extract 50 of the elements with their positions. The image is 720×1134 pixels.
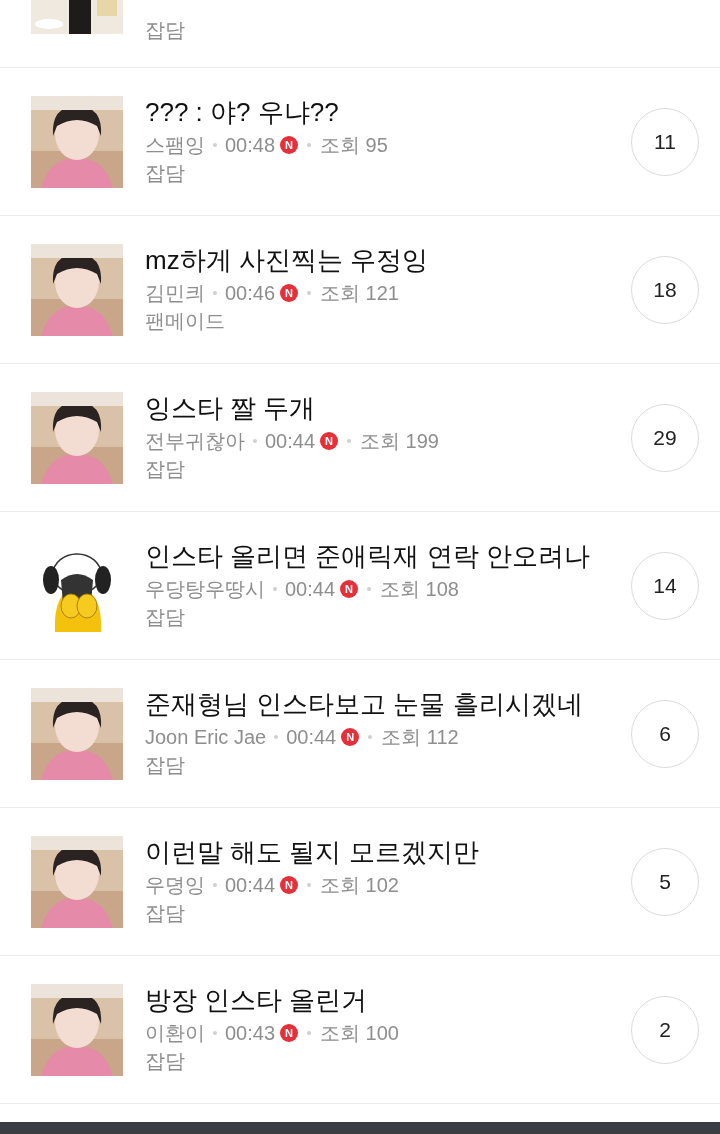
author-name: 우뎡잉 [145,872,205,898]
post-category: 팬메이드 [145,308,226,334]
view-count: 조회 108 [380,576,459,602]
post-time: 00:44 [265,428,316,454]
view-count: 조회 95 [320,132,388,158]
post-title: mz하게 사진찍는 우정잉 [145,243,430,277]
post-title: ??? : 야? 우냐?? [145,95,340,129]
new-badge: N [280,135,299,154]
post-time: 00:44 [285,576,336,602]
post-time: 00:44 [225,872,276,898]
view-count: 조회 100 [320,1020,399,1046]
post-time: 00:44 [286,724,337,750]
post-category: 잡담 [145,1048,186,1074]
new-badge: N [280,875,299,894]
post-category: 잡담 [145,752,186,778]
post-title: 이런말 해도 될지 모르겠지만 [145,835,480,869]
post-time: 00:43 [225,1020,276,1046]
post-row[interactable]: 잉스타 짤 두개 전부귀찮아 00:44 N 조회 199 잡담 29 [0,364,720,512]
new-badge: N [340,579,359,598]
author-name: 이환이 [145,1020,205,1046]
post-category: 잡담 [145,604,186,630]
new-badge: N [280,283,299,302]
view-count: 조회 112 [381,724,459,750]
new-badge: N [280,1023,299,1042]
author-name: 전부귀찮아 [145,428,245,454]
post-title: 방장 인스타 올린거 [145,983,369,1017]
post-row[interactable]: 준재형님 인스타보고 눈물 흘리시겠네 Joon Eric Jae 00:44 N 조회 112 잡담 6 [0,660,720,808]
post-category: 잡담 [145,900,186,926]
post-row[interactable]: 인스타 올리면 준애릭재 연락 안오려나 우당탕우땅시 00:44 N 조회 108 잡담 14 [0,512,720,660]
post-title: 인스타 올리면 준애릭재 연락 안오려나 [145,539,591,573]
post-row[interactable]: 이런말 해도 될지 모르겠지만 우뎡잉 00:44 N 조회 102 잡담 5 [0,808,720,956]
post-row[interactable]: 방장 인스타 올린거 이환이 00:43 N 조회 100 잡담 2 [0,956,720,1104]
author-name: Joon Eric Jae [145,724,267,750]
post-row[interactable]: ??? : 야? 우냐?? 스팸잉 00:48 N 조회 95 잡담 11 [0,68,720,216]
post-time: 00:48 [225,132,276,158]
author-name: 스팸잉 [145,132,205,158]
post-row[interactable]: mz하게 사진찍는 우정잉 김민킈 00:46 N 조회 121 팬메이드 18 [0,216,720,364]
post-category: 잡담 [145,160,186,186]
view-count: 조회 199 [360,428,439,454]
author-name: 우당탕우땅시 [145,576,265,602]
view-count: 조회 102 [320,872,399,898]
post-category: 잡담 [145,18,185,43]
post-category: 잡담 [145,456,186,482]
new-badge: N [341,727,360,746]
view-count: 조회 121 [320,280,399,306]
post-title: 준재형님 인스타보고 눈물 흘리시겠네 [145,687,584,721]
post-time: 00:46 [225,280,276,306]
new-badge: N [320,431,339,450]
author-name: 김민킈 [145,280,205,306]
post-title: 잉스타 짤 두개 [145,391,317,425]
